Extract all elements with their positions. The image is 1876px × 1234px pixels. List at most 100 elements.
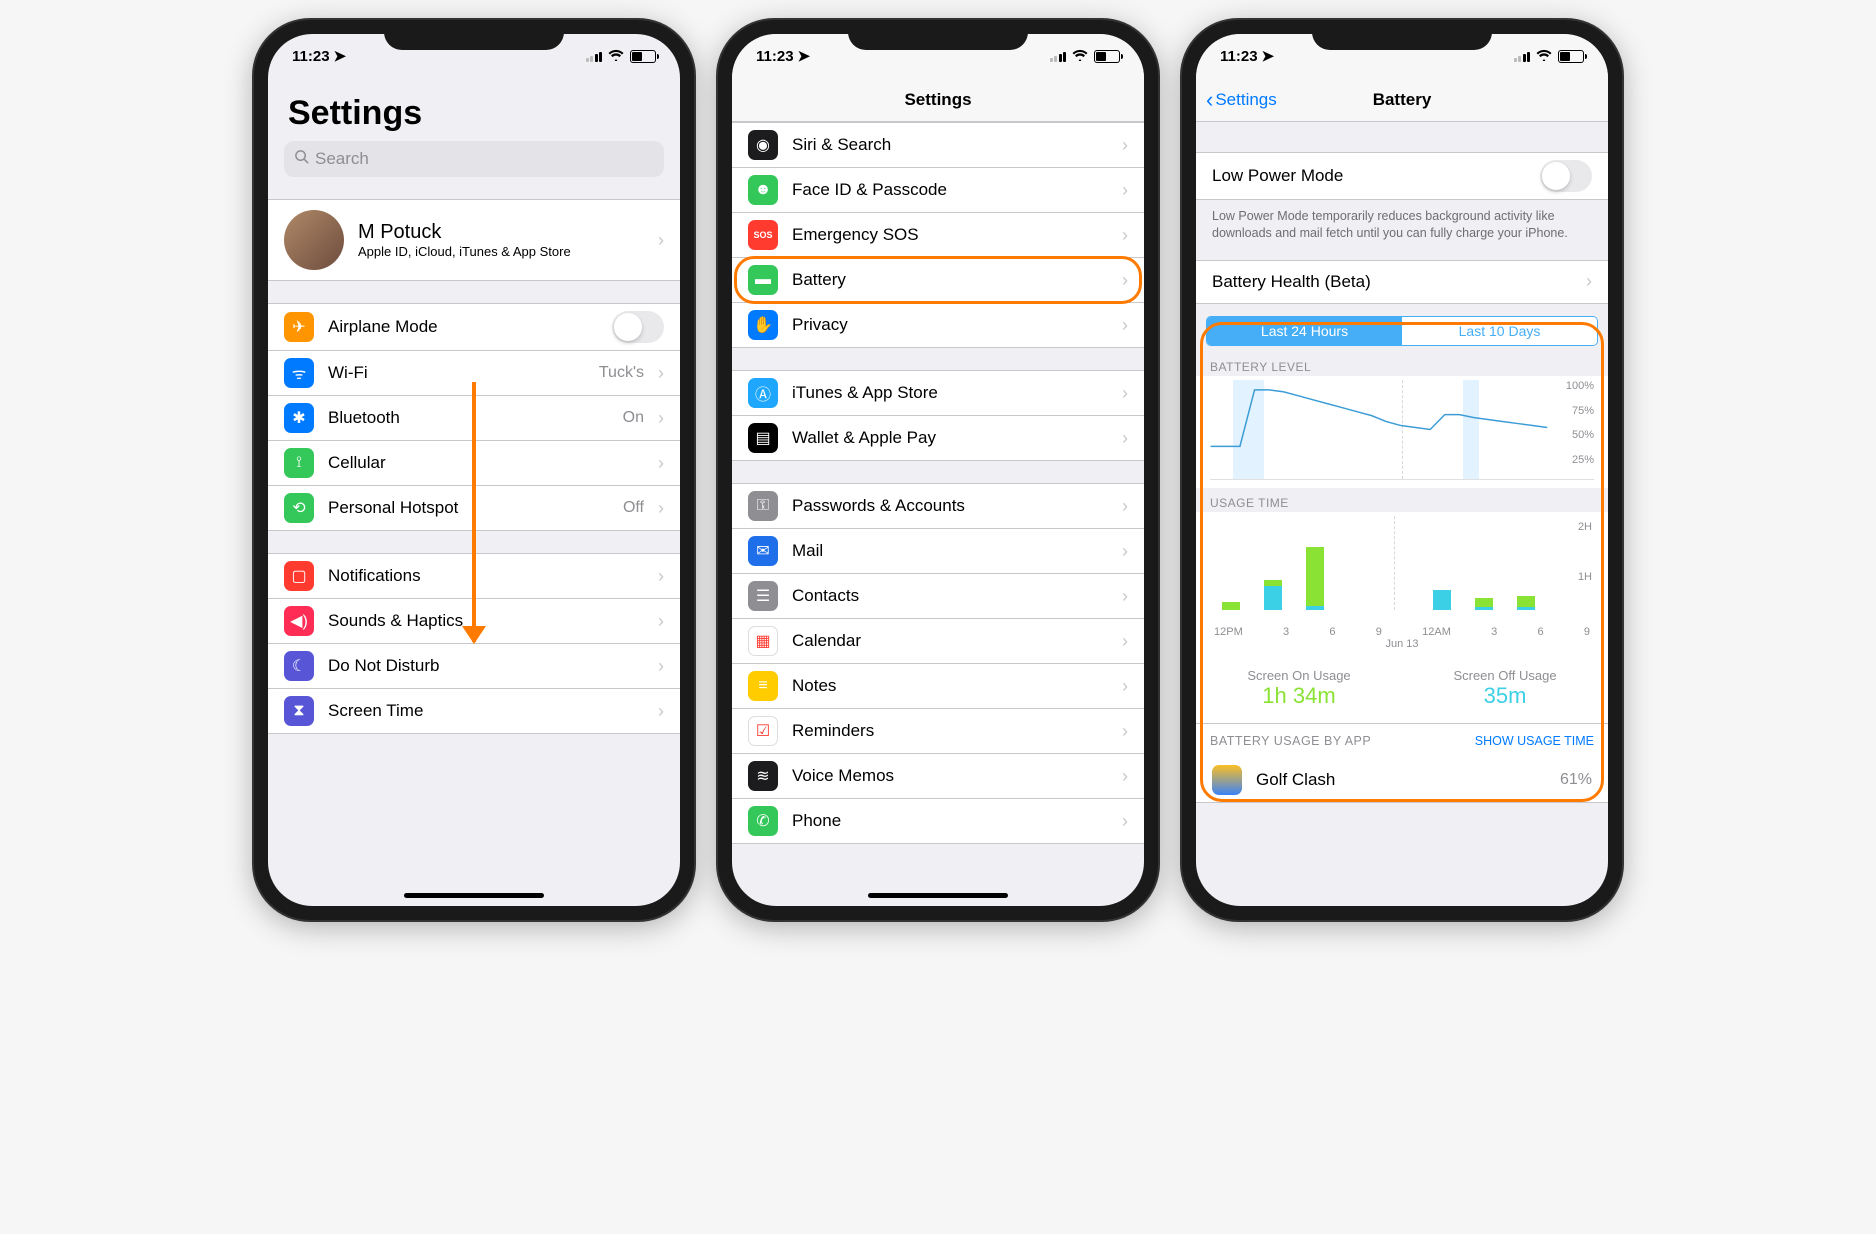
back-button[interactable]: ‹ Settings (1206, 87, 1277, 113)
settings-row-airplane[interactable]: ✈Airplane Mode (268, 303, 680, 351)
contacts-icon: ☰ (748, 581, 778, 611)
settings-row-dnd[interactable]: ☾Do Not Disturb› (268, 644, 680, 689)
chevron-right-icon: › (1122, 811, 1128, 832)
screen-on-label: Screen On Usage (1196, 668, 1402, 683)
row-label: Privacy (792, 315, 1108, 335)
app-usage-row[interactable]: Golf Clash 61% (1196, 758, 1608, 803)
xtick: 6 (1538, 626, 1544, 638)
row-label: Cellular (328, 453, 644, 473)
settings-row-phone[interactable]: ✆Phone› (732, 799, 1144, 844)
settings-row-wallet[interactable]: ▤Wallet & Apple Pay› (732, 416, 1144, 461)
time-range-segmented[interactable]: Last 24 Hours Last 10 Days (1206, 316, 1598, 346)
chevron-right-icon: › (1122, 383, 1128, 404)
chevron-right-icon: › (1122, 135, 1128, 156)
seg-10d[interactable]: Last 10 Days (1402, 317, 1597, 345)
home-indicator[interactable] (868, 893, 1008, 898)
usage-by-app-header: BATTERY USAGE BY APP SHOW USAGE TIME (1196, 723, 1608, 758)
settings-row-passwords[interactable]: ⚿Passwords & Accounts› (732, 483, 1144, 529)
row-label: Screen Time (328, 701, 644, 721)
settings-row-reminders[interactable]: ☑Reminders› (732, 709, 1144, 754)
seg-24h[interactable]: Last 24 Hours (1207, 317, 1402, 345)
settings-row-contacts[interactable]: ☰Contacts› (732, 574, 1144, 619)
row-detail: On (623, 409, 644, 427)
wifi-icon (1536, 48, 1552, 65)
battery-health-cell[interactable]: Battery Health (Beta) › (1196, 260, 1608, 304)
chevron-right-icon: › (1122, 315, 1128, 336)
settings-row-mail[interactable]: ✉ Mail › (732, 529, 1144, 574)
low-power-mode-cell[interactable]: Low Power Mode (1196, 152, 1608, 200)
usage-bar (1222, 602, 1240, 610)
mail-icon: ✉ (748, 536, 778, 566)
chevron-right-icon: › (658, 656, 664, 677)
status-time: 11:23 (756, 48, 794, 65)
settings-row-faceid[interactable]: ☻Face ID & Passcode› (732, 168, 1144, 213)
notch (384, 20, 564, 50)
phone-frame-1: 11:23 ➤ Settings Search M Potuck (254, 20, 694, 920)
row-label: Notes (792, 676, 1108, 696)
chevron-right-icon: › (658, 408, 664, 429)
settings-row-voicememos[interactable]: ≋Voice Memos› (732, 754, 1144, 799)
chevron-right-icon: › (658, 363, 664, 384)
settings-row-screentime[interactable]: ⧗Screen Time› (268, 689, 680, 734)
row-label: Emergency SOS (792, 225, 1108, 245)
airplane-toggle[interactable] (612, 311, 664, 343)
ytick: 25% (1572, 454, 1594, 466)
settings-row-battery[interactable]: ▬Battery› (732, 258, 1144, 303)
battery-icon: ▬ (748, 265, 778, 295)
chevron-right-icon: › (1122, 496, 1128, 517)
page-title: Settings (268, 78, 680, 141)
lpm-toggle[interactable] (1540, 160, 1592, 192)
bell-icon: ▢ (284, 561, 314, 591)
chevron-right-icon: › (1122, 225, 1128, 246)
usage-bar (1433, 590, 1451, 610)
chevron-right-icon: › (658, 701, 664, 722)
battery-level-label: BATTERY LEVEL (1196, 354, 1608, 376)
row-detail: Tuck's (599, 364, 644, 382)
settings-row-notes[interactable]: ≡Notes› (732, 664, 1144, 709)
row-label: Phone (792, 811, 1108, 831)
chevron-right-icon: › (1122, 721, 1128, 742)
home-indicator[interactable] (404, 893, 544, 898)
nav-bar: ‹ Settings Battery (1196, 78, 1608, 122)
row-label: Airplane Mode (328, 317, 598, 337)
settings-row-calendar[interactable]: ▦Calendar› (732, 619, 1144, 664)
nav-title: Settings (904, 90, 971, 110)
avatar (284, 210, 344, 270)
profile-cell[interactable]: M Potuck Apple ID, iCloud, iTunes & App … (268, 199, 680, 281)
show-usage-time-button[interactable]: SHOW USAGE TIME (1475, 734, 1594, 748)
notch (848, 20, 1028, 50)
phone-frame-3: 11:23 ➤ ‹ Settings Battery Low Power Mod… (1182, 20, 1622, 920)
search-input[interactable]: Search (284, 141, 664, 177)
battery-icon (630, 50, 656, 63)
sos-icon: SOS (748, 220, 778, 250)
row-label: Reminders (792, 721, 1108, 741)
usage-bar (1306, 547, 1324, 610)
location-arrow-icon: ➤ (1262, 47, 1275, 65)
chevron-right-icon: › (1122, 541, 1128, 562)
row-label: Mail (792, 541, 1108, 561)
nav-bar: Settings (732, 78, 1144, 122)
settings-row-privacy[interactable]: ✋Privacy› (732, 303, 1144, 348)
battery-icon (1558, 50, 1584, 63)
chevron-right-icon: › (1122, 766, 1128, 787)
screen-settings-root: 11:23 ➤ Settings Search M Potuck (268, 34, 680, 906)
settings-row-itunes[interactable]: ⒶiTunes & App Store› (732, 370, 1144, 416)
search-placeholder: Search (315, 149, 369, 169)
chevron-right-icon: › (1122, 676, 1128, 697)
ytick: 75% (1572, 405, 1594, 417)
voice-icon: ≋ (748, 761, 778, 791)
nav-title: Battery (1373, 90, 1432, 110)
lpm-description: Low Power Mode temporarily reduces backg… (1196, 200, 1608, 246)
settings-row-siri[interactable]: ◉Siri & Search› (732, 122, 1144, 168)
search-icon (294, 149, 309, 169)
usage-summary: Screen On Usage 1h 34m Screen Off Usage … (1196, 658, 1608, 723)
ytick: 50% (1572, 429, 1594, 441)
row-label: iTunes & App Store (792, 383, 1108, 403)
settings-row-sos[interactable]: SOS Emergency SOS › (732, 213, 1144, 258)
chevron-right-icon: › (1586, 271, 1592, 292)
row-label: Notifications (328, 566, 644, 586)
antenna-icon: ⟟ (284, 448, 314, 478)
xaxis-date: Jun 13 (1210, 638, 1594, 650)
chevron-right-icon: › (1122, 270, 1128, 291)
xtick: 9 (1584, 626, 1590, 638)
